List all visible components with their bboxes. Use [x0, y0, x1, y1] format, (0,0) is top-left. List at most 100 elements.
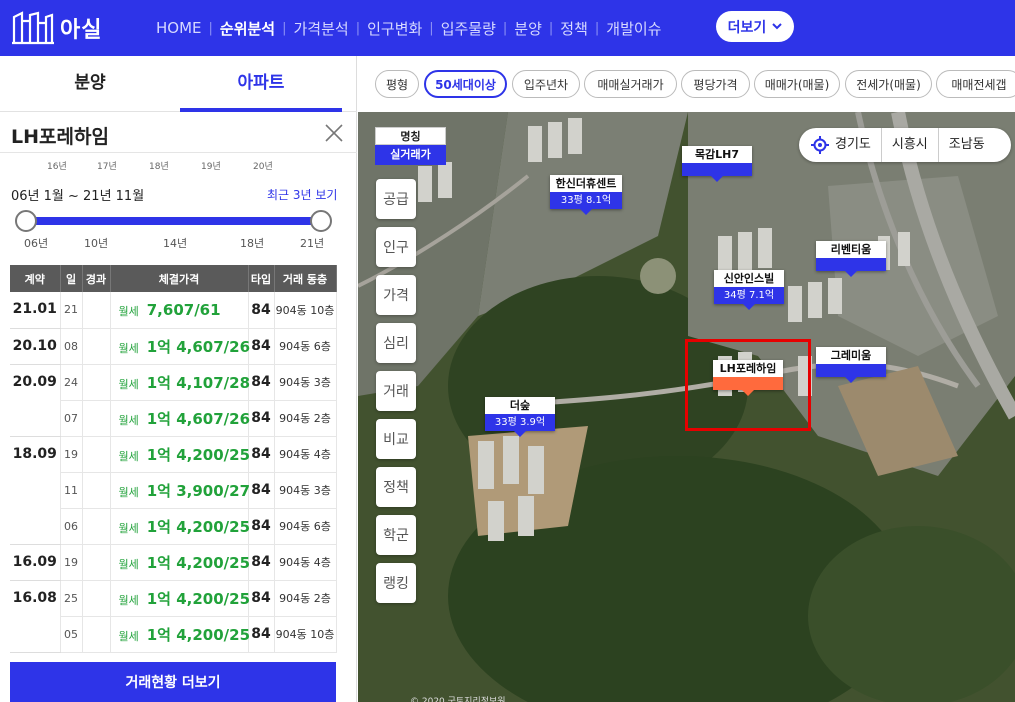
table-row[interactable]: 20.09 24 월세 1억 4,107/28 84 904동 3층: [10, 364, 337, 437]
table-row[interactable]: 18.09 19 월세 1억 4,200/25 84 904동 4층: [10, 436, 337, 545]
marker-pointer: [580, 209, 592, 215]
price-cell: 월세 7,607/61: [110, 292, 249, 329]
elapsed-cell: [82, 544, 111, 581]
nav-population-change[interactable]: 인구변화: [361, 18, 428, 39]
unit-type: 84: [248, 328, 275, 365]
price-value: 1억 4,607/26: [146, 337, 251, 356]
table-row[interactable]: 20.10 08 월세 1억 4,607/26 84 904동 6층: [10, 328, 337, 365]
price-cell: 월세 1억 4,607/26: [110, 328, 251, 365]
tab-presale[interactable]: 분양: [0, 56, 180, 112]
filter-chip-size[interactable]: 평형: [375, 70, 419, 98]
legend-name-label: 명칭: [375, 127, 446, 145]
price-value: 1억 4,200/25: [146, 589, 251, 608]
slider-end-handle[interactable]: [310, 210, 332, 232]
chevron-down-icon: [772, 23, 783, 30]
nav-presale[interactable]: 분양: [508, 18, 548, 39]
close-icon[interactable]: [324, 123, 344, 143]
location-city[interactable]: 시흥시: [882, 128, 939, 162]
elapsed-cell: [82, 616, 111, 653]
side-button-policy[interactable]: 정책: [376, 467, 416, 507]
building-floor: 904동 6층: [274, 508, 337, 545]
nav-home[interactable]: HOME: [150, 19, 208, 37]
recent-3-years-link[interactable]: 최근 3년 보기: [267, 186, 337, 203]
marker-name: 신안인스빌: [714, 270, 784, 287]
more-menu-button[interactable]: 더보기: [716, 11, 794, 42]
apartment-title: LH포레하임: [11, 126, 109, 148]
map-marker[interactable]: 한신더휴센트 33평 8.1억: [550, 175, 622, 215]
column-header: 체결가격: [110, 265, 249, 292]
contract-month: 21.01: [10, 292, 61, 329]
side-button-compare[interactable]: 비교: [376, 419, 416, 459]
price-value: 1억 4,607/26: [146, 409, 251, 428]
slider-start-handle[interactable]: [15, 210, 37, 232]
filter-chip-years-since-move-in[interactable]: 입주년차: [512, 70, 580, 98]
unit-type: 84: [248, 292, 275, 329]
building-floor: 904동 2층: [274, 400, 337, 437]
side-button-price[interactable]: 가격: [376, 275, 416, 315]
rent-type-label: 월세: [118, 377, 139, 391]
date-range-slider[interactable]: [26, 217, 321, 225]
nav-price-analysis[interactable]: 가격분석: [288, 18, 355, 39]
table-row[interactable]: 16.08 25 월세 1억 4,200/25 84 904동 2층: [10, 580, 337, 653]
rent-type-label: 월세: [118, 304, 139, 318]
nav-development-issues[interactable]: 개발이슈: [600, 18, 667, 39]
side-button-population[interactable]: 인구: [376, 227, 416, 267]
side-button-school-district[interactable]: 학군: [376, 515, 416, 555]
unit-type: 84: [248, 580, 275, 617]
filter-chip-50-households[interactable]: 50세대이상: [424, 70, 507, 98]
price-value: 1억 4,200/25: [146, 445, 251, 464]
rent-type-label: 월세: [118, 413, 139, 427]
map-marker[interactable]: 리벤티움: [816, 241, 886, 277]
rent-type-label: 월세: [118, 557, 139, 571]
nav-policy[interactable]: 정책: [554, 18, 594, 39]
nav-ranking-analysis[interactable]: 순위분석: [214, 18, 281, 39]
building-floor: 904동 2층: [274, 580, 337, 617]
unit-type: 84: [248, 616, 275, 653]
map-marker[interactable]: 목감LH7: [682, 146, 752, 182]
logo-text: 아실: [60, 18, 103, 43]
side-button-supply[interactable]: 공급: [376, 179, 416, 219]
slider-label: 06년: [24, 237, 49, 250]
column-header: 거래 동층: [274, 265, 337, 292]
unit-type: 84: [248, 400, 275, 437]
logo[interactable]: 아실: [12, 10, 102, 46]
filter-chip-price-per-pyeong[interactable]: 평당가격: [681, 70, 750, 98]
rent-type-label: 월세: [118, 341, 139, 355]
map-filter-bar: 평형 50세대이상 입주년차 매매실거래가 평당가격 매매가(매물) 전세가(매…: [358, 56, 1015, 112]
price-cell: 월세 1억 4,200/25: [110, 580, 251, 617]
side-button-transactions[interactable]: 거래: [376, 371, 416, 411]
panel-tabs: 분양 아파트: [0, 56, 357, 112]
filter-chip-sale-listing[interactable]: 매매가(매물): [754, 70, 840, 98]
contract-day: 11: [60, 472, 83, 509]
marker-pointer: [514, 431, 526, 437]
year-tick: 17년: [97, 162, 117, 172]
filter-chip-sale-jeonse-gap[interactable]: 매매전세갭: [936, 70, 1015, 98]
slider-label: 14년: [163, 237, 188, 250]
location-dong[interactable]: 조남동: [939, 128, 995, 162]
nav-move-in-volume[interactable]: 입주물량: [435, 18, 502, 39]
contract-day: 19: [60, 544, 83, 581]
table-row[interactable]: 16.09 19 월세 1억 4,200/25 84 904동 4층: [10, 544, 337, 581]
map-marker[interactable]: 그레미움: [816, 347, 886, 383]
crosshair-location-icon: [811, 136, 829, 154]
contract-month: 16.08: [10, 580, 61, 653]
table-row[interactable]: 21.01 21 월세 7,607/61 84 904동 10층: [10, 292, 337, 329]
filter-chip-jeonse-listing[interactable]: 전세가(매물): [845, 70, 932, 98]
filter-chip-actual-sale-price[interactable]: 매매실거래가: [584, 70, 677, 98]
building-floor: 904동 10층: [274, 616, 337, 653]
marker-price: [682, 163, 752, 176]
side-button-sentiment[interactable]: 심리: [376, 323, 416, 363]
contract-day: 24: [60, 364, 83, 401]
marker-name: 목감LH7: [682, 146, 752, 163]
map-marker[interactable]: 더숲 33평 3.9억: [485, 397, 555, 437]
rent-type-label: 월세: [118, 521, 139, 535]
side-button-ranking[interactable]: 랭킹: [376, 563, 416, 603]
location-province[interactable]: 경기도: [799, 128, 882, 162]
more-transactions-button[interactable]: 거래현황 더보기: [10, 662, 336, 702]
elapsed-cell: [82, 400, 111, 437]
building-floor: 904동 6층: [274, 328, 337, 365]
price-value: 7,607/61: [146, 300, 221, 319]
map-marker[interactable]: 신안인스빌 34평 7.1억: [714, 270, 784, 310]
slider-label: 10년: [84, 237, 109, 250]
tab-apartment[interactable]: 아파트: [180, 56, 342, 112]
